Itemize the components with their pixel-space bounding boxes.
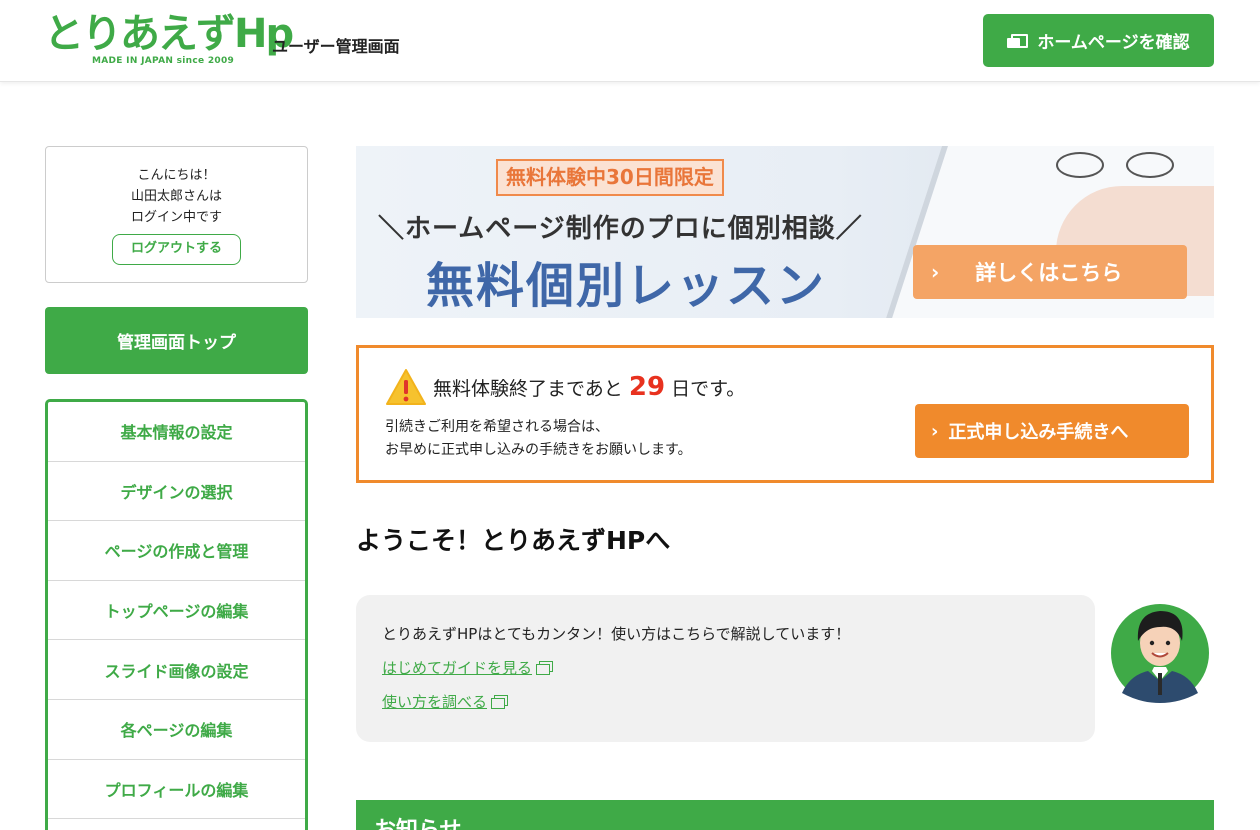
logo-tagline: MADE IN JAPAN since 2009 xyxy=(92,56,235,66)
glasses-illustration xyxy=(1056,152,1186,180)
welcome-heading: ようこそ！とりあえずHPへ xyxy=(356,526,671,555)
banner-details-button[interactable]: › 詳しくはこちら xyxy=(913,245,1187,299)
first-guide-label: はじめてガイドを見る xyxy=(382,659,533,677)
sidebar-item-top-page[interactable]: トップページの編集 xyxy=(48,581,305,641)
trial-days-count: 29 xyxy=(628,372,666,402)
how-to-use-label: 使い方を調べる xyxy=(382,693,488,711)
sidebar-item-pages[interactable]: ページの作成と管理 xyxy=(48,521,305,581)
formal-application-button[interactable]: › 正式申し込み手続きへ xyxy=(915,404,1189,458)
guide-info-box: とりあえずHPはとてもカンタン！使い方はこちらで解説しています！ はじめてガイド… xyxy=(356,595,1095,742)
trial-note: 引続きご利用を希望される場合は、 お早めに正式申し込みの手続きをお願いします。 xyxy=(385,416,692,462)
trial-notice: 無料体験終了まであと 29 日です。 引続きご利用を希望される場合は、 お早めに… xyxy=(356,345,1214,483)
external-window-icon xyxy=(1007,33,1029,48)
first-guide-link[interactable]: はじめてガイドを見る xyxy=(382,657,554,678)
greeting-line-1: こんにちは！ xyxy=(137,168,216,183)
banner-tag: 無料体験中30日間限定 xyxy=(496,159,724,196)
logout-button[interactable]: ログアウトする xyxy=(112,234,241,265)
admin-top-button[interactable]: 管理画面トップ xyxy=(45,307,308,374)
guide-info-text: とりあえずHPはとてもカンタン！使い方はこちらで解説しています！ xyxy=(382,625,851,643)
chevron-right-icon: › xyxy=(931,420,939,442)
trial-prefix: 無料体験終了まであと xyxy=(433,378,623,400)
logo[interactable]: とりあえずHp MADE IN JAPAN since 2009 xyxy=(44,12,294,70)
warning-icon xyxy=(386,369,426,405)
sidebar-item-slides[interactable]: スライド画像の設定 xyxy=(48,640,305,700)
page-title: ユーザー管理画面 xyxy=(272,37,400,56)
support-avatar-icon xyxy=(1111,604,1209,703)
sidebar-item-design[interactable]: デザインの選択 xyxy=(48,462,305,522)
trial-suffix: 日です。 xyxy=(671,378,746,400)
greeting-line-3: ログイン中です xyxy=(130,210,222,225)
view-homepage-label: ホームページを確認 xyxy=(1037,33,1190,53)
trial-note-line-1: 引続きご利用を希望される場合は、 xyxy=(385,419,609,435)
external-link-icon xyxy=(491,695,509,709)
formal-application-label: 正式申し込み手続きへ xyxy=(948,422,1129,443)
news-section-header: お知らせ xyxy=(356,800,1214,830)
user-greeting-box: こんにちは！ 山田太郎さんは ログイン中です ログアウトする xyxy=(45,146,308,283)
trial-note-line-2: お早めに正式申し込みの手続きをお願いします。 xyxy=(385,442,692,458)
external-link-icon xyxy=(536,661,554,675)
sidebar-item-basic-settings[interactable]: 基本情報の設定 xyxy=(48,402,305,462)
view-homepage-button[interactable]: ホームページを確認 xyxy=(983,14,1214,67)
lesson-banner[interactable]: 無料体験中30日間限定 ＼ホームページ制作のプロに個別相談／ 無料個別レッスン … xyxy=(356,146,1214,318)
sidebar-item-profile[interactable]: プロフィールの編集 xyxy=(48,760,305,820)
sidebar-menu: 基本情報の設定 デザインの選択 ページの作成と管理 トップページの編集 スライド… xyxy=(45,399,308,830)
trial-remaining: 無料体験終了まであと 29 日です。 xyxy=(433,372,745,402)
banner-main-title: 無料個別レッスン xyxy=(426,258,827,314)
header: とりあえずHp MADE IN JAPAN since 2009 ユーザー管理画… xyxy=(0,0,1260,82)
sidebar-item-each-page[interactable]: 各ページの編集 xyxy=(48,700,305,760)
greeting-line-2: 山田太郎さんは xyxy=(130,189,222,204)
logo-text: とりあえずHp xyxy=(44,11,294,57)
how-to-use-link[interactable]: 使い方を調べる xyxy=(382,691,509,712)
chevron-right-icon: › xyxy=(931,260,940,284)
banner-details-label: 詳しくはこちら xyxy=(975,261,1123,285)
banner-subtitle: ＼ホームページ制作のプロに個別相談／ xyxy=(378,214,863,244)
